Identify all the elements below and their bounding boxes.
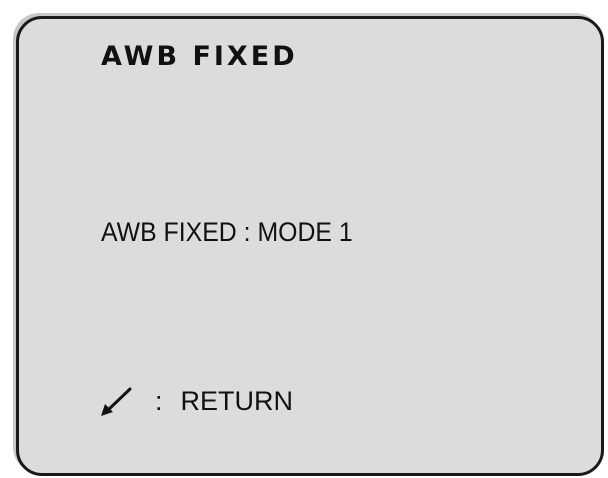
osd-menu-screen: AWB FIXED AWB FIXED : MODE 1 : RETURN	[16, 16, 604, 476]
awb-fixed-setting[interactable]: AWB FIXED : MODE 1	[101, 217, 353, 248]
menu-title: AWB FIXED	[101, 41, 298, 72]
setting-separator: :	[243, 217, 258, 247]
setting-value: MODE 1	[257, 217, 353, 247]
setting-label: AWB FIXED	[101, 217, 237, 247]
return-label: RETURN	[180, 385, 294, 416]
return-arrow-icon	[99, 384, 133, 418]
return-separator: :	[155, 385, 163, 416]
return-option[interactable]: : RETURN	[99, 381, 293, 421]
